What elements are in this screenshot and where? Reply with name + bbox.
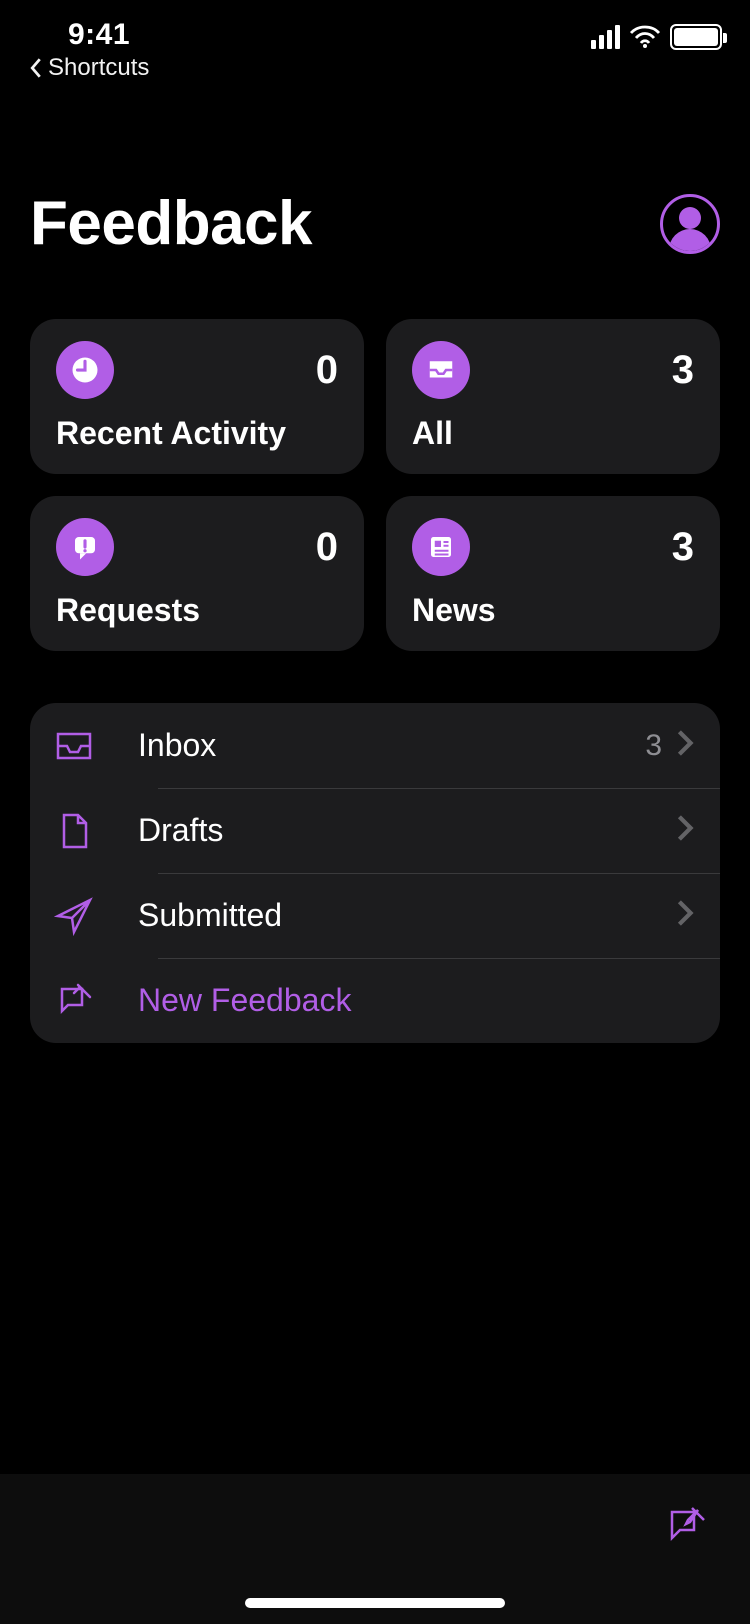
alert-bubble-icon bbox=[56, 518, 114, 576]
row-drafts[interactable]: Drafts bbox=[30, 788, 720, 873]
compose-icon bbox=[54, 981, 94, 1021]
newspaper-icon bbox=[412, 518, 470, 576]
page-title: Feedback bbox=[30, 188, 312, 259]
profile-button[interactable] bbox=[660, 194, 720, 254]
inbox-icon bbox=[54, 726, 94, 766]
row-inbox[interactable]: Inbox 3 bbox=[30, 703, 720, 788]
row-label: Submitted bbox=[138, 897, 676, 934]
back-app-label: Shortcuts bbox=[48, 54, 149, 82]
tile-recent-activity[interactable]: 0 Recent Activity bbox=[30, 319, 364, 474]
tile-count: 3 bbox=[672, 525, 694, 570]
document-icon bbox=[54, 811, 94, 851]
back-to-app-button[interactable]: Shortcuts bbox=[28, 54, 149, 82]
tile-all[interactable]: 3 All bbox=[386, 319, 720, 474]
tile-label: Requests bbox=[56, 592, 338, 629]
chevron-right-icon bbox=[676, 814, 694, 847]
home-indicator[interactable] bbox=[245, 1598, 505, 1608]
status-time: 9:41 bbox=[28, 18, 149, 52]
status-bar: 9:41 Shortcuts bbox=[0, 0, 750, 88]
tile-count: 0 bbox=[316, 348, 338, 393]
summary-tiles: 0 Recent Activity 3 All 0 Requests 3 New… bbox=[0, 319, 750, 651]
row-new-feedback[interactable]: New Feedback bbox=[30, 958, 720, 1043]
row-submitted[interactable]: Submitted bbox=[30, 873, 720, 958]
page-header: Feedback bbox=[0, 88, 750, 289]
tile-label: Recent Activity bbox=[56, 415, 338, 452]
tile-label: All bbox=[412, 415, 694, 452]
tile-requests[interactable]: 0 Requests bbox=[30, 496, 364, 651]
battery-icon bbox=[670, 24, 722, 50]
paper-plane-icon bbox=[54, 896, 94, 936]
row-count: 3 bbox=[645, 729, 662, 763]
cellular-signal-icon bbox=[591, 25, 620, 49]
chevron-right-icon bbox=[676, 899, 694, 932]
wifi-icon bbox=[630, 25, 660, 49]
tile-label: News bbox=[412, 592, 694, 629]
compose-button[interactable] bbox=[664, 1502, 708, 1624]
tile-count: 0 bbox=[316, 525, 338, 570]
folders-list: Inbox 3 Drafts Submitted New Feedback bbox=[30, 703, 720, 1043]
tray-icon bbox=[412, 341, 470, 399]
row-label: Drafts bbox=[138, 812, 676, 849]
tile-news[interactable]: 3 News bbox=[386, 496, 720, 651]
row-label: New Feedback bbox=[138, 982, 720, 1019]
clock-icon bbox=[56, 341, 114, 399]
row-label: Inbox bbox=[138, 727, 645, 764]
chevron-right-icon bbox=[676, 729, 694, 762]
tile-count: 3 bbox=[672, 348, 694, 393]
